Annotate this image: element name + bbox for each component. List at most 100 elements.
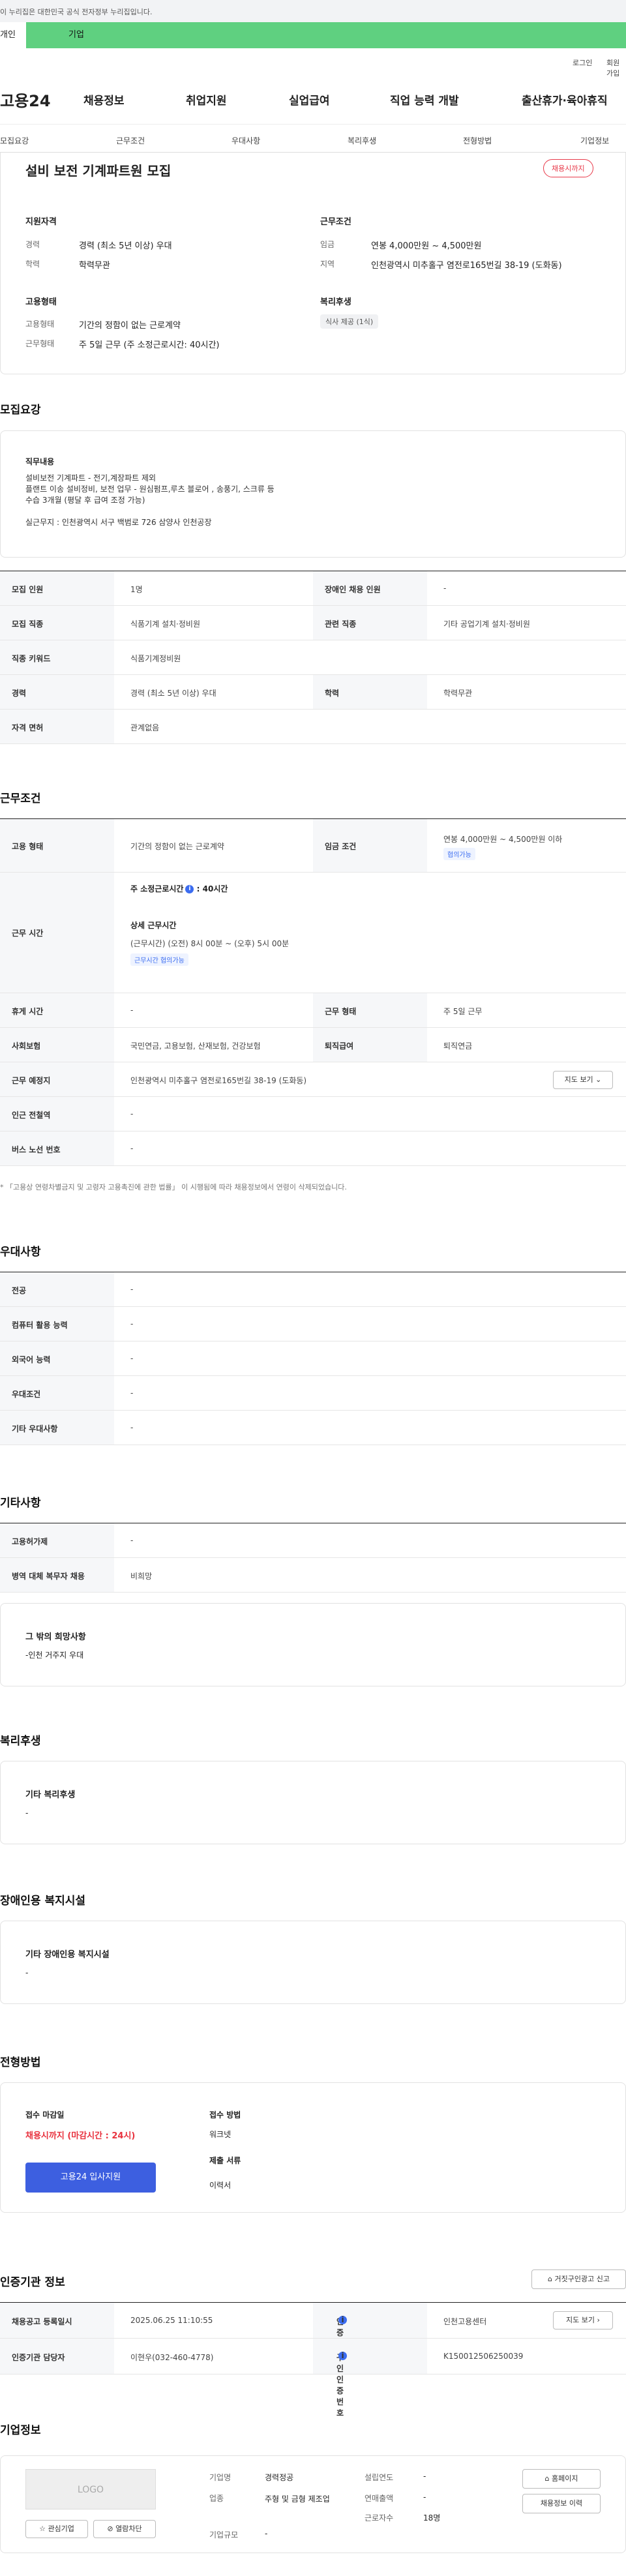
site-logo[interactable]: 고용24 xyxy=(0,88,51,111)
company-logo: LOGO xyxy=(25,2469,156,2509)
gnb-item-training[interactable]: 직업 능력 개발 xyxy=(390,91,459,108)
row-value: 2025.06.25 11:10:55 xyxy=(130,2316,213,2325)
join-link[interactable]: 회원가입 xyxy=(606,57,626,78)
homepage-label: 홈페이지 xyxy=(552,2474,578,2483)
row-key: 임금 조건 xyxy=(325,842,357,851)
qual-value: 경력 (최소 5년 이상) 우대 xyxy=(79,241,172,251)
snb-prefer[interactable]: 우대사항 xyxy=(231,135,260,146)
job-desc-line: 설비보전 기계파트 - 전기,계장파트 제외 xyxy=(25,473,156,483)
row-value: - xyxy=(130,1109,134,1118)
home-icon: ⌂ xyxy=(544,2474,550,2483)
row-key: 외국어 능력 xyxy=(12,1355,51,1364)
method-value: 워크넷 xyxy=(209,2130,231,2139)
agency-map-label: 지도 보기 xyxy=(566,2316,595,2324)
job-desc-card: 직무내용 설비보전 기계파트 - 전기,계장파트 제외 플랜트 이송 설비정비,… xyxy=(0,430,626,558)
row-key: 휴게 시간 xyxy=(12,1007,44,1016)
apply-button[interactable]: 고용24 입사지원 xyxy=(25,2163,156,2193)
table-row: 버스 노선 번호 - xyxy=(0,1131,626,1166)
gnb-item-employment-support[interactable]: 취업지원 xyxy=(186,91,227,108)
tab-person[interactable]: 개인 xyxy=(0,22,26,48)
gnb-item-unemployment[interactable]: 실업급여 xyxy=(289,91,330,108)
row-value: - xyxy=(443,584,447,593)
table-row: 우대조건 - xyxy=(0,1376,626,1411)
section-disabled-title: 장애인용 복지시설 xyxy=(0,1895,86,1908)
hours-detail-title: 상세 근무시간 xyxy=(130,921,177,930)
history-button[interactable]: 채용정보 이력 xyxy=(522,2494,601,2513)
hours-main-label: 주 소정근로시간 xyxy=(130,884,184,893)
emp-value: 주 5일 근무 (주 소정근로시간: 40시간) xyxy=(79,340,220,350)
company-value: 경력정공 xyxy=(265,2473,294,2482)
snb-recruit[interactable]: 모집요강 xyxy=(0,135,29,146)
row-value: 인천광역시 미추홀구 염전로165번길 38-19 (도화동) xyxy=(130,1076,307,1085)
chevron-right-icon: › xyxy=(597,2316,600,2324)
row-key: 기타 우대사항 xyxy=(12,1424,58,1433)
status-badge: 채용시까지 xyxy=(543,159,593,177)
snb-welfare[interactable]: 복리후생 xyxy=(348,135,376,146)
row-key: 경력 xyxy=(12,689,27,698)
login-link[interactable]: 로그인 xyxy=(573,57,592,68)
info-icon[interactable]: i xyxy=(185,885,194,893)
table-row: 사회보험 국민연금, 고용보험, 산재보험, 건강보험 퇴직급여 퇴직연금 xyxy=(0,1028,626,1062)
welfare-box-title: 기타 복리후생 xyxy=(25,1790,76,1800)
row-key: 모집 직종 xyxy=(12,620,44,629)
report-button[interactable]: ⌂ 거짓구인광고 신고 xyxy=(531,2269,626,2289)
company-label: 근로자수 xyxy=(365,2513,394,2523)
company-value: - xyxy=(265,2529,268,2538)
company-value: - xyxy=(423,2472,426,2481)
gov-banner-text: 이 누리집은 대한민국 공식 전자정부 누리집입니다. xyxy=(0,8,153,16)
company-card: LOGO ☆ 관심기업 ⊘ 열람차단 기업명 경력정공 업종 주형 및 금형 제… xyxy=(0,2455,626,2553)
row-key: 병역 대체 복무자 채용 xyxy=(12,1572,85,1581)
row-value: 식품기계 설치·정비원 xyxy=(130,620,200,629)
row-value: 국민연금, 고용보험, 산재보험, 건강보험 xyxy=(130,1041,261,1051)
hours-detail: (근무시간) (오전) 8시 00분 ~ (오후) 5시 00분 xyxy=(130,939,290,948)
info-icon[interactable]: i xyxy=(338,2352,347,2360)
company-value: 18명 xyxy=(423,2513,441,2523)
table-row: 외국어 능력 - xyxy=(0,1341,626,1376)
snb-work[interactable]: 근무조건 xyxy=(116,135,145,146)
welfare-box-value: - xyxy=(25,1808,29,1818)
fav-button[interactable]: ☆ 관심기업 xyxy=(25,2520,88,2538)
row-value: 학력무관 xyxy=(443,689,473,698)
hours-main-value: : 40시간 xyxy=(196,884,228,893)
table-row: 인증기관 담당자 이현우(032-460-4778) 구인인증번호i K1500… xyxy=(0,2339,626,2418)
row-value: 인천고용센터 xyxy=(443,2317,487,2326)
job-desc-line: 플랜트 이송 설비정비, 보전 업무 - 원심펌프,루츠 블로어 , 송풍기, … xyxy=(25,485,275,494)
row-value: 이현우(032-460-4778) xyxy=(130,2353,214,2362)
table-row: 자격 면허 관계없음 xyxy=(0,710,626,744)
tab-company[interactable]: 기업 xyxy=(68,22,84,48)
info-icon[interactable]: i xyxy=(338,2316,347,2324)
company-label: 연매출액 xyxy=(365,2494,394,2503)
docs-value: 이력서 xyxy=(209,2181,231,2190)
row-value: 식품기계정비원 xyxy=(130,654,181,663)
table-row: 근무 예정지 인천광역시 미추홀구 염전로165번길 38-19 (도화동) 지… xyxy=(0,1062,626,1097)
homepage-button[interactable]: ⌂ 홈페이지 xyxy=(522,2469,601,2489)
job-desc-line: 실근무지 : 인천광역시 서구 백범로 726 삼양사 인천공장 xyxy=(25,518,212,527)
gnb-item-leave[interactable]: 출산휴가·육아휴직 xyxy=(522,91,608,108)
block-icon: ⊘ xyxy=(107,2524,113,2533)
row-value: - xyxy=(130,1388,134,1398)
map-button[interactable]: 지도 보기 ⌄ xyxy=(553,1071,613,1089)
work-value: 인천광역시 미추홀구 염전로165번길 38-19 (도화동) xyxy=(371,261,562,271)
snb-company[interactable]: 기업정보 xyxy=(580,135,609,146)
job-desc-line: 수습 3개월 (평달 후 급여 조정 가능) xyxy=(25,496,145,505)
etc-box-title: 그 밖의 희망사항 xyxy=(25,1632,86,1642)
welfare-tag: 식사 제공 (1식) xyxy=(320,314,379,329)
section-agency-title: 인증기관 정보 xyxy=(0,2276,65,2289)
company-label: 설립연도 xyxy=(365,2473,394,2482)
work-title: 근무조건 xyxy=(320,217,351,227)
row-key: 버스 노선 번호 xyxy=(12,1145,61,1154)
snb-select[interactable]: 전형방법 xyxy=(463,135,492,146)
section-select-title: 전형방법 xyxy=(0,2056,41,2069)
gnb-item-jobs[interactable]: 채용정보 xyxy=(83,91,125,108)
agency-map-button[interactable]: 지도 보기 › xyxy=(553,2311,613,2329)
table-row: 컴퓨터 활용 능력 - xyxy=(0,1307,626,1341)
row-key: 직종 키워드 xyxy=(12,654,51,663)
row-key: 장애인 채용 인원 xyxy=(325,585,381,594)
section-prefer-title: 우대사항 xyxy=(0,1246,41,1259)
block-button[interactable]: ⊘ 열람차단 xyxy=(93,2520,156,2538)
age-note: * 「고용상 연령차별금지 및 고령자 고용촉진에 관한 법률」 이 시행됨에 … xyxy=(0,1183,347,1191)
row-key: 근무 형태 xyxy=(325,1007,357,1016)
section-welfare-title: 복리후생 xyxy=(0,1735,41,1748)
emp-value: 기간의 정함이 없는 근로계약 xyxy=(79,321,181,331)
job-title: 설비 보전 기계파트원 모집 xyxy=(25,163,171,179)
